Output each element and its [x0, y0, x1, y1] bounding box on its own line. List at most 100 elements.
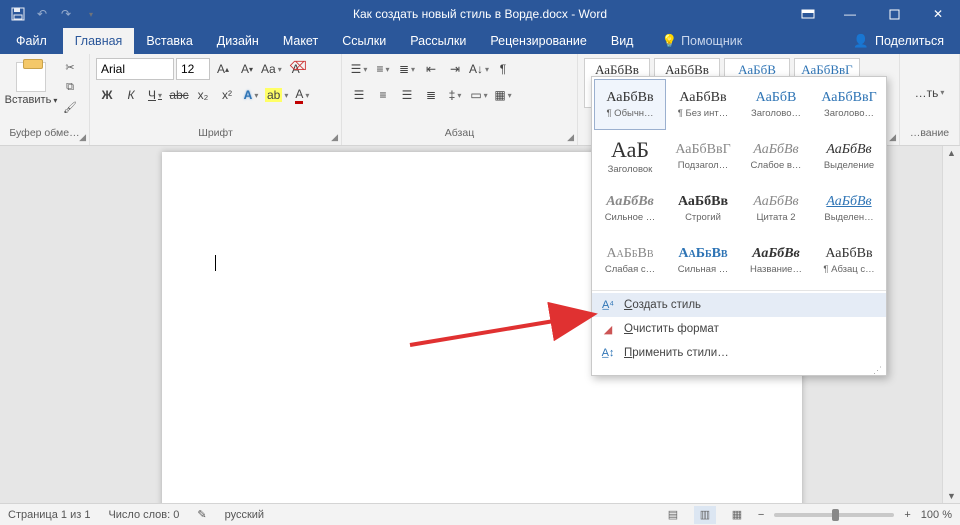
print-layout-icon[interactable]: ▥: [694, 506, 716, 524]
bold-button[interactable]: Ж: [96, 84, 118, 106]
tab-Вид[interactable]: Вид: [599, 28, 646, 54]
sort-button[interactable]: A↓: [468, 58, 490, 80]
italic-button[interactable]: К: [120, 84, 142, 106]
style-cell[interactable]: АаБбВвСтрогий: [667, 183, 739, 234]
proofing-icon[interactable]: ✎: [197, 508, 206, 521]
dialog-launcher-icon[interactable]: ◢: [331, 132, 338, 143]
change-case-button[interactable]: Aa: [260, 58, 283, 80]
scroll-down-icon[interactable]: ▼: [947, 491, 956, 501]
share-label: Поделиться: [875, 34, 944, 48]
style-cell[interactable]: АаБбВвНазвание…: [740, 235, 812, 286]
clear-formatting-item[interactable]: ◢ Очистить формат: [592, 317, 886, 341]
style-cell[interactable]: АаБбВвСлабое в…: [740, 131, 812, 182]
tab-Ссылки[interactable]: Ссылки: [330, 28, 398, 54]
copy-icon[interactable]: ⧉: [60, 78, 80, 96]
qat-customize-icon[interactable]: [80, 4, 100, 24]
share-icon: 👤: [853, 34, 869, 49]
subscript-button[interactable]: x₂: [192, 84, 214, 106]
create-style-item[interactable]: A̲⁴ Создать стиль: [592, 293, 886, 317]
bullets-button[interactable]: ☰: [348, 58, 370, 80]
show-marks-button[interactable]: ¶: [492, 58, 514, 80]
tab-Вставка[interactable]: Вставка: [134, 28, 204, 54]
style-cell[interactable]: АаБбВвВыделение: [813, 131, 885, 182]
text-cursor: [215, 255, 216, 271]
font-color-button[interactable]: A: [291, 84, 313, 106]
style-cell[interactable]: АаБбВвГПодзагол…: [667, 131, 739, 182]
increase-indent-button[interactable]: ⇥: [444, 58, 466, 80]
line-spacing-button[interactable]: ‡: [444, 84, 466, 106]
vertical-scrollbar[interactable]: ▲ ▼: [942, 146, 960, 503]
styles-gallery-popout: АаБбВв¶ Обычн…АаБбВв¶ Без инт…АаБбВЗагол…: [591, 76, 887, 376]
dialog-launcher-icon[interactable]: ◢: [567, 132, 574, 143]
align-left-button[interactable]: ☰: [348, 84, 370, 106]
underline-button[interactable]: Ч: [144, 84, 166, 106]
justify-button[interactable]: ≣: [420, 84, 442, 106]
clear-formatting-button[interactable]: A⌫: [285, 58, 307, 80]
resize-grip-icon[interactable]: ⋰: [592, 365, 886, 375]
tell-me-helper[interactable]: 💡 Помощник: [661, 28, 742, 54]
page-indicator[interactable]: Страница 1 из 1: [8, 509, 90, 521]
title-bar: ↶ ↷ Как создать новый стиль в Ворде.docx…: [0, 0, 960, 28]
apply-styles-icon: A̲↕: [600, 345, 616, 361]
style-cell[interactable]: АаБбВв¶ Без инт…: [667, 79, 739, 130]
superscript-button[interactable]: x²: [216, 84, 238, 106]
ribbon-display-options-icon[interactable]: [788, 0, 828, 28]
zoom-thumb[interactable]: [832, 509, 839, 521]
align-center-button[interactable]: ≡: [372, 84, 394, 106]
zoom-in-button[interactable]: +: [904, 509, 910, 521]
style-cell[interactable]: АаБбВвЦитата 2: [740, 183, 812, 234]
tab-Дизайн[interactable]: Дизайн: [205, 28, 271, 54]
style-cell[interactable]: АаБбВвГЗаголово…: [813, 79, 885, 130]
style-cell[interactable]: АаБбВЗаголово…: [740, 79, 812, 130]
style-cell[interactable]: АаБбВв¶ Абзац с…: [813, 235, 885, 286]
cut-icon[interactable]: ✂: [60, 58, 80, 76]
close-button[interactable]: ✕: [916, 0, 960, 28]
dialog-launcher-icon[interactable]: ◢: [889, 132, 896, 143]
word-count[interactable]: Число слов: 0: [108, 509, 179, 521]
paste-button[interactable]: Вставить▾: [6, 58, 56, 106]
style-cell[interactable]: АаБбВвСлабая с…: [594, 235, 666, 286]
apply-styles-item[interactable]: A̲↕ Применить стили…: [592, 341, 886, 365]
strikethrough-button[interactable]: abc: [168, 84, 190, 106]
zoom-slider[interactable]: [774, 513, 894, 517]
style-cell[interactable]: АаБбВвСильное …: [594, 183, 666, 234]
highlight-button[interactable]: ab: [264, 84, 289, 106]
style-cell[interactable]: АаБбВв¶ Обычн…: [594, 79, 666, 130]
clipboard-icon: [16, 62, 46, 92]
style-cell[interactable]: АаБбВвВыделен…: [813, 183, 885, 234]
zoom-level[interactable]: 100 %: [921, 509, 952, 521]
text-effects-button[interactable]: A: [240, 84, 262, 106]
decrease-indent-button[interactable]: ⇤: [420, 58, 442, 80]
numbering-button[interactable]: ≡: [372, 58, 394, 80]
maximize-button[interactable]: [872, 0, 916, 28]
editing-split-button[interactable]: …ть: [914, 82, 946, 104]
style-cell[interactable]: АаБЗаголовок: [594, 131, 666, 182]
shading-button[interactable]: ▭: [468, 84, 490, 106]
tab-Главная[interactable]: Главная: [63, 28, 135, 54]
save-icon[interactable]: [8, 4, 28, 24]
align-right-button[interactable]: ☰: [396, 84, 418, 106]
redo-icon[interactable]: ↷: [56, 4, 76, 24]
minimize-button[interactable]: —: [828, 0, 872, 28]
shrink-font-button[interactable]: A▾: [236, 58, 258, 80]
tab-file[interactable]: Файл: [0, 28, 63, 54]
web-layout-icon[interactable]: ▦: [726, 506, 748, 524]
scroll-up-icon[interactable]: ▲: [947, 148, 956, 158]
grow-font-button[interactable]: A▴: [212, 58, 234, 80]
undo-icon[interactable]: ↶: [32, 4, 52, 24]
font-size-combo[interactable]: [176, 58, 210, 80]
zoom-out-button[interactable]: −: [758, 509, 764, 521]
share-button[interactable]: 👤 Поделиться: [853, 28, 944, 54]
style-cell[interactable]: АаБбВвСильная …: [667, 235, 739, 286]
separator: [592, 290, 886, 291]
tab-Макет[interactable]: Макет: [271, 28, 330, 54]
language-indicator[interactable]: русский: [225, 509, 264, 521]
multilevel-list-button[interactable]: ≣: [396, 58, 418, 80]
format-painter-icon[interactable]: 🖌: [60, 98, 80, 116]
tab-Рассылки[interactable]: Рассылки: [398, 28, 478, 54]
borders-button[interactable]: ▦: [492, 84, 514, 106]
font-name-combo[interactable]: [96, 58, 174, 80]
read-mode-icon[interactable]: ▤: [662, 506, 684, 524]
dialog-launcher-icon[interactable]: ◢: [79, 132, 86, 143]
tab-Рецензирование[interactable]: Рецензирование: [478, 28, 599, 54]
